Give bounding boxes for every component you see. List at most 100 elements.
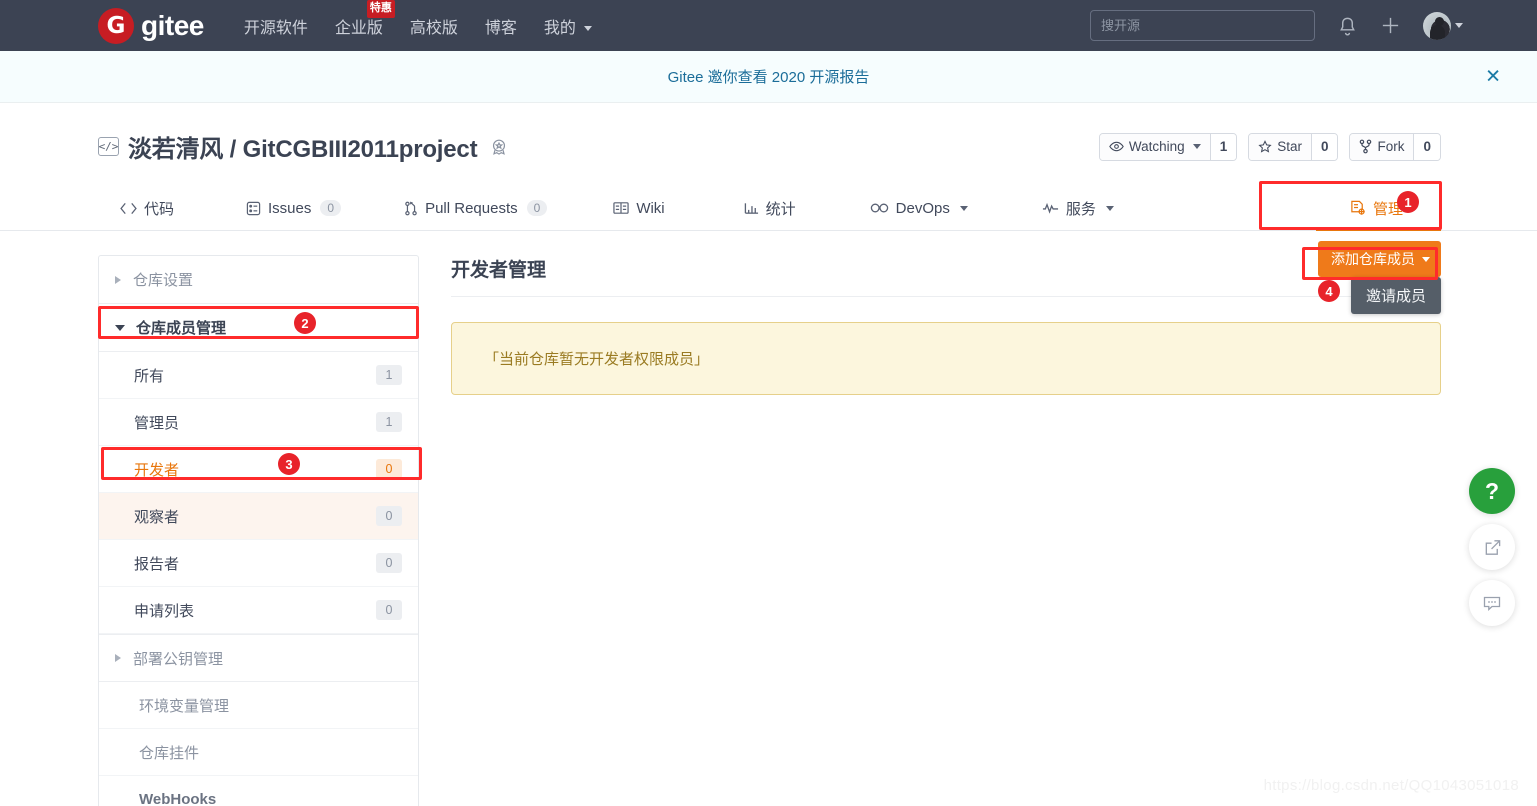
tab-pull-requests[interactable]: Pull Requests 0 — [404, 186, 548, 230]
fork-icon — [1360, 139, 1372, 154]
sidebar-item-env-variables[interactable]: 环境变量管理 — [99, 682, 418, 729]
tab-services-label: 服务 — [1065, 200, 1096, 218]
close-icon[interactable]: ✕ — [1485, 67, 1501, 86]
fork-label: Fork — [1377, 139, 1405, 154]
invite-member-menu-item[interactable]: 邀请成员 — [1350, 277, 1441, 314]
tab-code-label: 代码 — [144, 200, 175, 218]
star-button[interactable]: Star — [1249, 133, 1311, 160]
nav-link-campus[interactable]: 高校版 — [410, 14, 458, 38]
sidebar-item-webhooks[interactable]: WebHooks — [99, 776, 418, 806]
page-title: 淡若清风 / GitCGBIII2011project — [128, 129, 478, 164]
question-mark-icon: ? — [1484, 477, 1500, 504]
tab-pull-requests-label: Pull Requests — [425, 199, 518, 217]
repository-actions: Watching 1 Star 0 Fork 0 — [1088, 132, 1441, 161]
fork-button[interactable]: Fork — [1350, 133, 1414, 160]
tab-pull-requests-count: 0 — [526, 200, 548, 216]
star-icon — [1258, 139, 1272, 153]
tab-devops[interactable]: DevOps — [870, 186, 968, 230]
add-member-button-label: 添加仓库成员 — [1331, 251, 1415, 267]
nav-link-blog[interactable]: 博客 — [485, 14, 517, 38]
medal-icon — [488, 136, 510, 158]
top-navigation-bar: G gitee 开源软件 企业版 特惠 高校版 博客 我的 — [0, 0, 1537, 51]
repo-name-text[interactable]: GitCGBIII2011project — [243, 136, 478, 163]
tab-manage-label: 管理 — [1372, 200, 1403, 218]
sidebar-item-all-count: 1 — [376, 365, 402, 385]
nav-right-group — [1090, 10, 1463, 41]
tab-devops-label: DevOps — [895, 199, 950, 217]
external-link-icon — [1485, 539, 1500, 555]
search-input[interactable] — [1090, 10, 1315, 41]
nav-link-opensource-label: 开源软件 — [243, 19, 308, 37]
tab-statistics-label: 统计 — [765, 200, 796, 218]
main-header: 开发者管理 添加仓库成员 邀请成员 — [451, 241, 1441, 314]
tab-issues-count: 0 — [320, 200, 342, 216]
tab-issues-label: Issues — [268, 199, 312, 217]
sidebar-item-reporter-label: 报告者 — [134, 555, 180, 573]
invite-member-label: 邀请成员 — [1365, 288, 1426, 305]
sidebar-item-reporter-count: 0 — [376, 553, 402, 573]
watching-button[interactable]: Watching — [1099, 133, 1210, 160]
watching-label: Watching — [1128, 139, 1185, 154]
sidebar-deploy-key-group-label: 部署公钥管理 — [133, 650, 224, 668]
sidebar-item-admin-label: 管理员 — [134, 414, 180, 432]
promo-banner-link[interactable]: Gitee 邀你查看 2020 开源报告 — [668, 66, 870, 87]
sidebar-members-group[interactable]: 仓库成员管理 — [99, 304, 418, 352]
sidebar-item-observer[interactable]: 观察者 0 — [99, 493, 418, 540]
sidebar-item-developer[interactable]: 开发者 0 — [99, 446, 418, 493]
sidebar-item-observer-count: 0 — [376, 506, 402, 526]
sidebar-settings-group-label: 仓库设置 — [133, 272, 194, 289]
chevron-down-icon — [1422, 256, 1430, 262]
tab-wiki-label: Wiki — [636, 199, 665, 217]
sidebar-item-repo-widgets[interactable]: 仓库挂件 — [99, 729, 418, 776]
feedback-icon — [1483, 596, 1501, 611]
wiki-icon — [613, 201, 629, 215]
sidebar-item-env-variables-label: 环境变量管理 — [139, 697, 230, 715]
sidebar-item-applications-count: 0 — [376, 600, 402, 620]
infinity-icon — [870, 202, 889, 214]
chevron-down-icon — [1455, 23, 1463, 28]
watching-button-group: Watching 1 — [1098, 132, 1238, 161]
tab-code[interactable]: 代码 — [120, 186, 174, 230]
gitee-logo[interactable]: G gitee — [98, 7, 204, 44]
sidebar-item-all[interactable]: 所有 1 — [99, 352, 418, 399]
nav-link-opensource[interactable]: 开源软件 — [244, 14, 308, 38]
repo-owner[interactable]: 淡若清风 — [128, 136, 223, 163]
eye-icon — [1109, 141, 1124, 152]
sidebar-settings-group[interactable]: 仓库设置 — [99, 256, 418, 304]
watching-count[interactable]: 1 — [1209, 133, 1237, 160]
sidebar-item-admin[interactable]: 管理员 1 — [99, 399, 418, 446]
pulse-icon — [1042, 202, 1059, 214]
active-tab-underline — [1315, 228, 1441, 231]
notifications-button[interactable] — [1337, 15, 1358, 37]
add-member-button[interactable]: 添加仓库成员 — [1318, 241, 1441, 277]
issue-icon — [246, 201, 261, 216]
tab-statistics[interactable]: 统计 — [744, 186, 796, 230]
sidebar-item-applications[interactable]: 申请列表 0 — [99, 587, 418, 634]
fork-count[interactable]: 0 — [1413, 133, 1440, 160]
promo-badge: 特惠 — [366, 0, 395, 18]
sidebar-item-reporter[interactable]: 报告者 0 — [99, 540, 418, 587]
star-count[interactable]: 0 — [1310, 133, 1338, 160]
share-button[interactable] — [1469, 524, 1515, 570]
pull-request-icon — [404, 201, 418, 216]
tab-services[interactable]: 服务 — [1042, 186, 1114, 230]
nav-link-enterprise-label: 企业版 — [334, 19, 383, 37]
tab-issues[interactable]: Issues 0 — [246, 186, 342, 230]
tab-manage[interactable]: 管理 — [1315, 186, 1441, 231]
sidebar-deploy-key-group[interactable]: 部署公钥管理 — [99, 634, 418, 682]
sidebar-item-webhooks-label: WebHooks — [139, 790, 217, 806]
chevron-down-icon — [959, 205, 968, 211]
page-content: 仓库设置 仓库成员管理 所有 1 管理员 1 开发者 0 观察者 0 报告者 0… — [0, 231, 1537, 806]
tab-wiki[interactable]: Wiki — [613, 186, 665, 230]
section-title: 开发者管理 — [451, 260, 547, 281]
new-item-button[interactable] — [1380, 15, 1401, 36]
help-button[interactable]: ? — [1469, 468, 1515, 514]
sidebar-item-developer-label: 开发者 — [134, 461, 180, 479]
chevron-down-icon — [584, 25, 593, 31]
nav-link-mine[interactable]: 我的 — [544, 14, 593, 38]
nav-link-enterprise[interactable]: 企业版 特惠 — [334, 0, 395, 38]
floating-action-column: ? — [1469, 468, 1515, 626]
user-avatar-menu[interactable] — [1423, 11, 1463, 40]
feedback-button[interactable] — [1469, 580, 1515, 626]
gitee-logo-text: gitee — [141, 9, 204, 41]
